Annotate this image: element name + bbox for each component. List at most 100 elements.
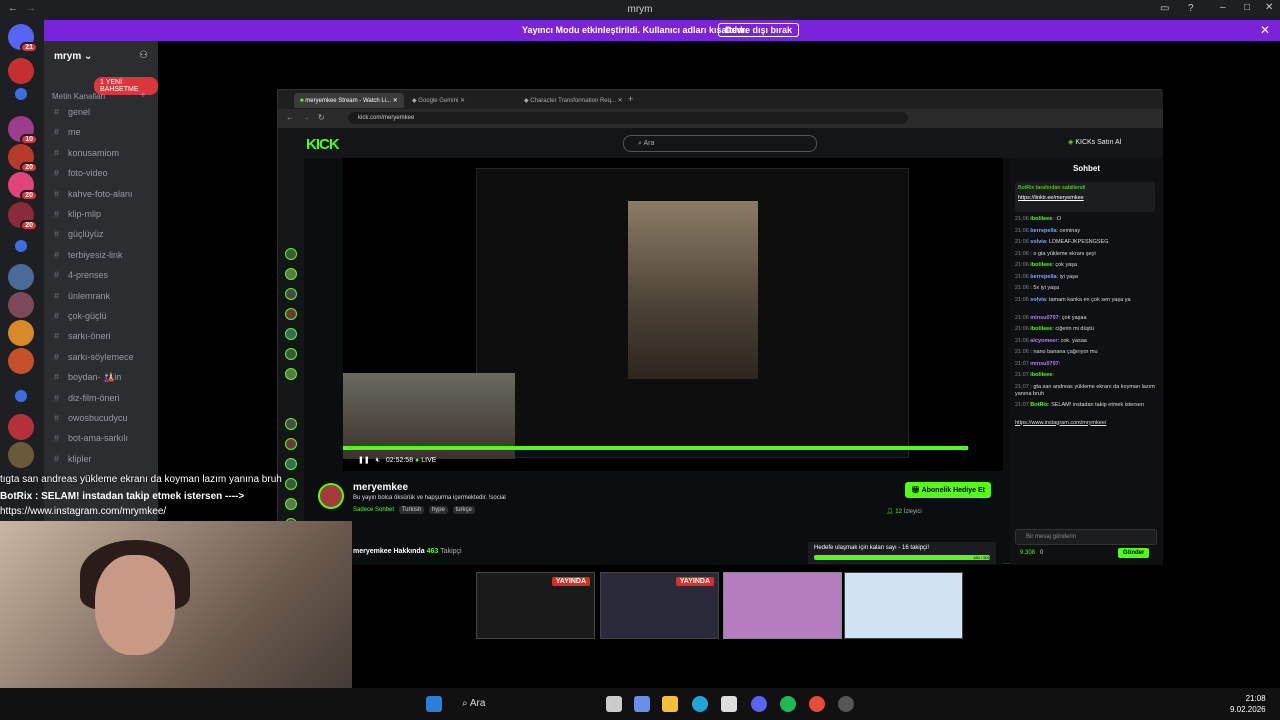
channel-item[interactable]: # owosbucudycu xyxy=(54,413,128,423)
close-icon[interactable]: ✕ xyxy=(1265,2,1273,13)
file-explorer-icon[interactable] xyxy=(662,696,678,712)
followed-channel-avatar[interactable] xyxy=(285,288,297,300)
channel-item[interactable]: # kahve-foto-alanı xyxy=(54,189,133,199)
category-header[interactable]: Metin Kanalları xyxy=(52,92,105,101)
category-link[interactable]: Sadece Sohbet xyxy=(353,507,394,513)
browser-window: ■ meryemkee Stream - Watch Li... ✕ ◆ Goo… xyxy=(277,89,1163,565)
hash-icon: # xyxy=(54,229,60,240)
chat-link[interactable]: https://www.instagram.com/mrymkee/ xyxy=(1015,420,1158,427)
streamer-name[interactable]: meryemkee xyxy=(353,482,408,493)
channel-item[interactable]: # güçlüyüz xyxy=(54,229,104,239)
channel-item[interactable]: # sarkı-öneri xyxy=(54,331,111,341)
server-icon[interactable]: 10 xyxy=(8,116,38,145)
channel-item[interactable]: # klipler xyxy=(54,454,92,464)
tag[interactable]: hype xyxy=(428,506,448,514)
followed-channel-avatar[interactable] xyxy=(285,458,297,470)
channel-item[interactable]: # me xyxy=(54,127,81,137)
channel-item[interactable]: # genel xyxy=(54,107,90,117)
server-icon[interactable] xyxy=(8,58,34,84)
scene-thumbnail[interactable]: YAYINDA xyxy=(476,572,595,639)
followed-channel-avatar[interactable] xyxy=(285,418,297,430)
server-icon[interactable]: 21 xyxy=(8,24,38,53)
store-icon[interactable] xyxy=(721,696,737,712)
server-icon[interactable] xyxy=(8,442,34,468)
add-channel-icon[interactable]: + xyxy=(140,90,146,101)
server-icon[interactable] xyxy=(8,292,34,318)
channel-item[interactable]: # klip-mlip xyxy=(54,209,101,219)
url-field[interactable]: kick.com/meryemkee xyxy=(348,112,908,124)
channel-item[interactable]: # boydan- 🎎in xyxy=(54,372,121,383)
server-icon[interactable] xyxy=(8,414,34,440)
taskbar-clock[interactable]: 21:08 9.02.2026 xyxy=(1230,693,1266,715)
channel-item[interactable]: # çok-güçlü xyxy=(54,311,107,321)
gift-subscription-button[interactable]: 🎁︎ Abonelik Hediye Et xyxy=(905,482,991,498)
help-icon[interactable]: ? xyxy=(1188,3,1194,14)
progress-bar[interactable] xyxy=(343,446,968,450)
followed-channel-avatar[interactable] xyxy=(285,328,297,340)
edge-icon[interactable] xyxy=(692,696,708,712)
followed-channel-avatar[interactable] xyxy=(285,368,297,380)
reload-icon[interactable]: ↻ xyxy=(318,113,325,122)
streamer-avatar[interactable] xyxy=(318,483,344,509)
channel-item[interactable]: # foto-video xyxy=(54,168,108,178)
scene-thumbnail[interactable] xyxy=(723,572,842,639)
mute-icon[interactable]: 🔇︎ xyxy=(376,457,380,464)
tag[interactable]: turkçe xyxy=(452,506,475,514)
forward-icon[interactable]: → xyxy=(302,113,310,122)
server-icon[interactable]: 20 xyxy=(8,144,38,173)
folder-icon[interactable] xyxy=(15,240,27,252)
scene-thumbnail[interactable] xyxy=(844,572,963,639)
browser-tab[interactable]: ◆ Google Gemini ✕ xyxy=(406,93,471,108)
server-icon[interactable] xyxy=(8,320,34,346)
disable-streamer-mode-button[interactable]: Devre dışı bırak xyxy=(718,23,800,37)
minimize-icon[interactable]: – xyxy=(1220,2,1226,13)
discord-icon[interactable] xyxy=(751,696,767,712)
inbox-icon[interactable]: ▭ xyxy=(1160,3,1169,14)
channel-label: bot-ama-sarkılı xyxy=(68,433,129,444)
scene-thumbnail[interactable]: YAYINDA xyxy=(600,572,719,639)
pause-icon[interactable]: ❚❚ xyxy=(358,457,370,464)
followed-channel-avatar[interactable] xyxy=(285,348,297,360)
back-icon[interactable]: ← xyxy=(286,113,294,122)
followed-channel-avatar[interactable] xyxy=(285,438,297,450)
start-icon[interactable] xyxy=(426,696,442,712)
new-tab-icon[interactable]: + xyxy=(628,94,633,104)
channel-item[interactable]: # konusamiom xyxy=(54,148,119,158)
chrome-icon[interactable] xyxy=(809,696,825,712)
followed-channel-avatar[interactable] xyxy=(285,478,297,490)
browser-tab[interactable]: ◆ Character Transformation Req... ✕ xyxy=(518,93,629,108)
channel-item[interactable]: # bot-ama-sarkılı xyxy=(54,433,128,443)
server-icon[interactable]: 20 xyxy=(8,172,38,201)
server-icon[interactable] xyxy=(8,264,34,290)
server-icon[interactable] xyxy=(8,348,34,374)
channel-item[interactable]: # ünlemrank xyxy=(54,291,110,301)
tag[interactable]: Turkish xyxy=(398,506,425,514)
task-view-icon[interactable] xyxy=(606,696,622,712)
kick-logo[interactable]: KICK xyxy=(306,136,340,153)
server-icon[interactable]: 20 xyxy=(8,202,38,231)
add-member-icon[interactable]: ⚇ xyxy=(139,50,148,61)
taskbar-search[interactable]: ⌕ Ara xyxy=(452,695,592,713)
folder-icon[interactable] xyxy=(15,390,27,402)
spotify-icon[interactable] xyxy=(780,696,796,712)
app-icon[interactable] xyxy=(838,696,854,712)
maximize-icon[interactable]: □ xyxy=(1244,2,1250,13)
followed-channel-avatar[interactable] xyxy=(285,498,297,510)
followed-channel-avatar[interactable] xyxy=(285,268,297,280)
channel-item[interactable]: # diz-film-öneri xyxy=(54,393,120,403)
browser-tab[interactable]: ■ meryemkee Stream - Watch Li... ✕ xyxy=(294,93,404,108)
chat-header: Sohbet xyxy=(1072,164,1101,173)
copilot-icon[interactable] xyxy=(634,696,650,712)
channel-item[interactable]: #4-prenses xyxy=(54,270,108,280)
channel-item[interactable]: # sarkı-söylemece xyxy=(54,352,134,362)
followed-channel-avatar[interactable] xyxy=(285,248,297,260)
kick-search-input[interactable]: ⌕ Ara xyxy=(623,135,817,152)
channel-item[interactable]: # terbiyesiz-link xyxy=(54,250,123,260)
server-name[interactable]: mrym ⌄ xyxy=(54,51,92,62)
chat-input[interactable]: Bir mesaj gönderin xyxy=(1015,529,1157,545)
buy-kicks-button[interactable]: ◈ KICKs Satın Al xyxy=(1068,138,1121,146)
banner-close-icon[interactable]: ✕ xyxy=(1260,23,1270,37)
folder-icon[interactable] xyxy=(15,88,27,100)
send-button[interactable]: Gönder xyxy=(1118,548,1150,558)
followed-channel-avatar[interactable] xyxy=(285,308,297,320)
